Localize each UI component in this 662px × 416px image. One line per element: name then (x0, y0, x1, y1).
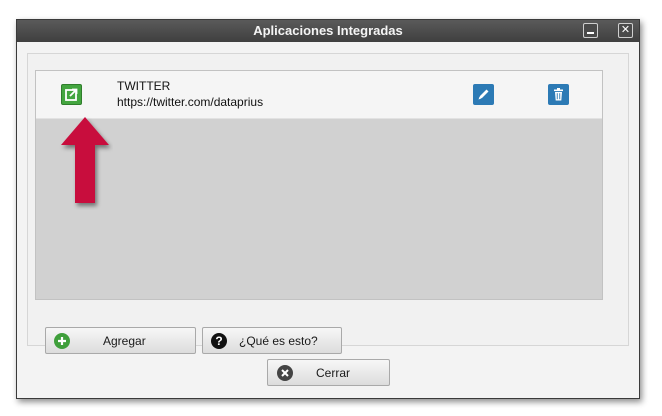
close-button-label: Cerrar (316, 366, 351, 380)
list-item[interactable]: TWITTER https://twitter.com/dataprius (36, 71, 602, 119)
app-url: https://twitter.com/dataprius (117, 95, 264, 109)
window-close-button[interactable]: ✕ (618, 23, 633, 38)
add-button-label: Agregar (103, 334, 146, 348)
title-bar[interactable]: Aplicaciones Integradas ✕ (17, 20, 639, 42)
close-x-icon: ✕ (620, 24, 631, 36)
help-button[interactable]: ? ¿Qué es esto? (202, 327, 342, 354)
apps-list[interactable]: TWITTER https://twitter.com/dataprius (35, 70, 603, 300)
open-app-button[interactable] (61, 84, 82, 105)
pencil-icon (478, 89, 489, 100)
annotation-arrow-icon (61, 117, 109, 203)
dialog-window: Aplicaciones Integradas ✕ TWITTER https:… (16, 19, 640, 399)
app-name: TWITTER (117, 79, 171, 93)
window-title: Aplicaciones Integradas (253, 23, 403, 38)
delete-app-button[interactable] (548, 84, 569, 105)
close-button[interactable]: Cerrar (267, 359, 390, 386)
minimize-button[interactable] (583, 23, 598, 38)
add-button[interactable]: Agregar (45, 327, 196, 354)
x-circle-icon (277, 365, 293, 381)
external-link-icon (65, 88, 78, 101)
minimize-icon (587, 32, 594, 34)
help-button-label: ¿Qué es esto? (239, 334, 318, 348)
question-circle-icon: ? (211, 333, 227, 349)
trash-icon (554, 88, 563, 101)
plus-circle-icon (54, 333, 70, 349)
edit-app-button[interactable] (473, 84, 494, 105)
